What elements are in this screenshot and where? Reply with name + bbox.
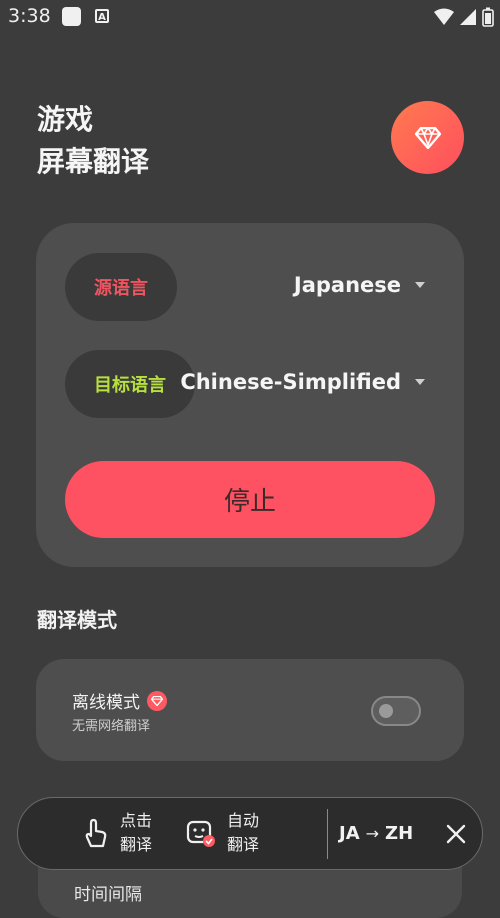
language-pair-button[interactable]: JA → ZH <box>339 823 413 844</box>
pair-arrow-icon: → <box>365 824 380 843</box>
diamond-icon <box>414 126 441 149</box>
wifi-icon <box>433 8 454 25</box>
tap-translate-line2: 翻译 <box>120 835 153 854</box>
premium-badge-icon <box>147 690 167 711</box>
status-icons <box>433 6 494 27</box>
offline-mode-title: 离线模式 <box>72 693 140 713</box>
tap-translate-line1: 点击 <box>120 811 153 830</box>
auto-translate-line1: 自动 <box>227 811 260 830</box>
offline-mode-card: 离线模式 无需网络翻译 <box>36 659 464 761</box>
interval-label: 时间间隔 <box>74 885 142 905</box>
source-language-select[interactable]: Japanese <box>294 273 425 297</box>
auto-translate-line2: 翻译 <box>227 835 260 854</box>
source-language-value: Japanese <box>293 273 401 297</box>
stop-button[interactable]: 停止 <box>65 461 435 538</box>
offline-mode-title-row: 离线模式 <box>72 688 167 713</box>
toolbar-divider <box>327 809 328 859</box>
source-language-label: 源语言 <box>65 253 177 321</box>
floating-toolbar: 点击 翻译 自动 翻译 JA → ZH <box>17 797 483 870</box>
target-language-select[interactable]: Chinese-Simplified <box>180 370 425 394</box>
mode-section-title: 翻译模式 <box>37 608 117 632</box>
status-bar: 3:38 A <box>0 0 500 34</box>
signal-icon <box>459 8 476 25</box>
notification-a-icon: A <box>95 9 109 23</box>
offline-mode-toggle[interactable] <box>371 696 421 726</box>
target-language-label: 目标语言 <box>65 350 195 418</box>
status-time: 3:38 <box>8 5 51 27</box>
language-card: 源语言 Japanese 目标语言 Chinese-Simplified 停止 <box>36 223 464 567</box>
toggle-knob <box>379 704 393 718</box>
caret-down-icon <box>415 282 425 288</box>
auto-translate-icon <box>186 820 215 847</box>
close-icon[interactable] <box>446 824 466 844</box>
page-title-line2: 屏幕翻译 <box>37 145 150 178</box>
battery-icon <box>482 7 494 27</box>
offline-mode-subtitle: 无需网络翻译 <box>72 719 151 734</box>
tap-translate-button[interactable]: 点击 翻译 <box>82 809 152 857</box>
target-language-value: Chinese-Simplified <box>180 370 401 394</box>
pair-from: JA <box>339 823 360 844</box>
notification-square-icon <box>62 7 81 26</box>
page-title-line1: 游戏 <box>37 103 94 136</box>
tap-hand-icon <box>85 818 107 848</box>
pair-to: ZH <box>385 823 414 844</box>
caret-down-icon <box>415 379 425 385</box>
premium-button[interactable] <box>391 101 464 174</box>
auto-translate-button[interactable]: 自动 翻译 <box>185 809 259 857</box>
